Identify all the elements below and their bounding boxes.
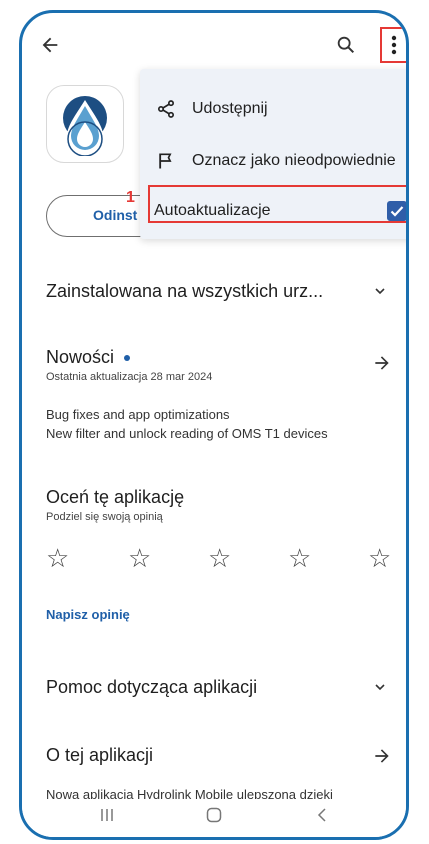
menu-item-share[interactable]: Udostępnij	[140, 89, 406, 129]
news-line-2: New filter and unlock reading of OMS T1 …	[46, 426, 328, 441]
menu-item-label: Udostępnij	[192, 100, 268, 117]
news-title-text: Nowości	[46, 347, 115, 367]
step-number: 1	[126, 189, 135, 206]
news-subtitle: Ostatnia aktualizacja 28 mar 2024	[46, 371, 213, 383]
installed-title: Zainstalowana na wszystkich urz...	[46, 281, 324, 301]
home-icon[interactable]	[206, 807, 222, 828]
auto-update-highlight	[148, 185, 406, 223]
more-options-highlight	[380, 27, 406, 63]
star-icon[interactable]: ☆	[208, 543, 231, 574]
about-title[interactable]: O tej aplikacji	[46, 745, 153, 766]
chevron-down-icon[interactable]	[372, 283, 388, 304]
news-title[interactable]: Nowości	[46, 347, 131, 368]
star-icon[interactable]: ☆	[288, 543, 311, 574]
rate-title: Oceń tę aplikację	[46, 487, 185, 507]
news-line-1: Bug fixes and app optimizations	[46, 407, 230, 422]
flag-icon	[156, 151, 176, 171]
rate-subtitle: Podziel się swoją opinią	[46, 511, 163, 523]
help-title[interactable]: Pomoc dotycząca aplikacji	[46, 677, 257, 698]
recent-apps-icon[interactable]	[100, 807, 114, 828]
share-icon	[156, 99, 176, 119]
search-icon[interactable]	[332, 31, 360, 59]
uninstall-label: Odinst	[93, 207, 138, 223]
menu-item-label: Oznacz jako nieodpowiednie	[192, 152, 396, 169]
star-icon[interactable]: ☆	[128, 543, 151, 574]
app-logo	[46, 85, 124, 163]
write-review-link[interactable]: Napisz opinię	[46, 607, 130, 622]
arrow-right-icon[interactable]	[372, 353, 392, 378]
back-nav-icon[interactable]	[316, 807, 328, 828]
back-arrow-icon[interactable]	[36, 31, 64, 59]
arrow-right-icon[interactable]	[372, 746, 392, 771]
star-icon[interactable]: ☆	[46, 543, 69, 574]
new-dot-icon	[124, 355, 131, 362]
menu-item-flag[interactable]: Oznacz jako nieodpowiednie	[140, 141, 406, 181]
phone-frame: Odinst Udostępnij Oznacz jako nieodpowie…	[19, 10, 409, 840]
chevron-down-icon[interactable]	[372, 679, 388, 700]
star-icon[interactable]: ☆	[368, 543, 391, 574]
system-nav-bar	[22, 799, 406, 837]
